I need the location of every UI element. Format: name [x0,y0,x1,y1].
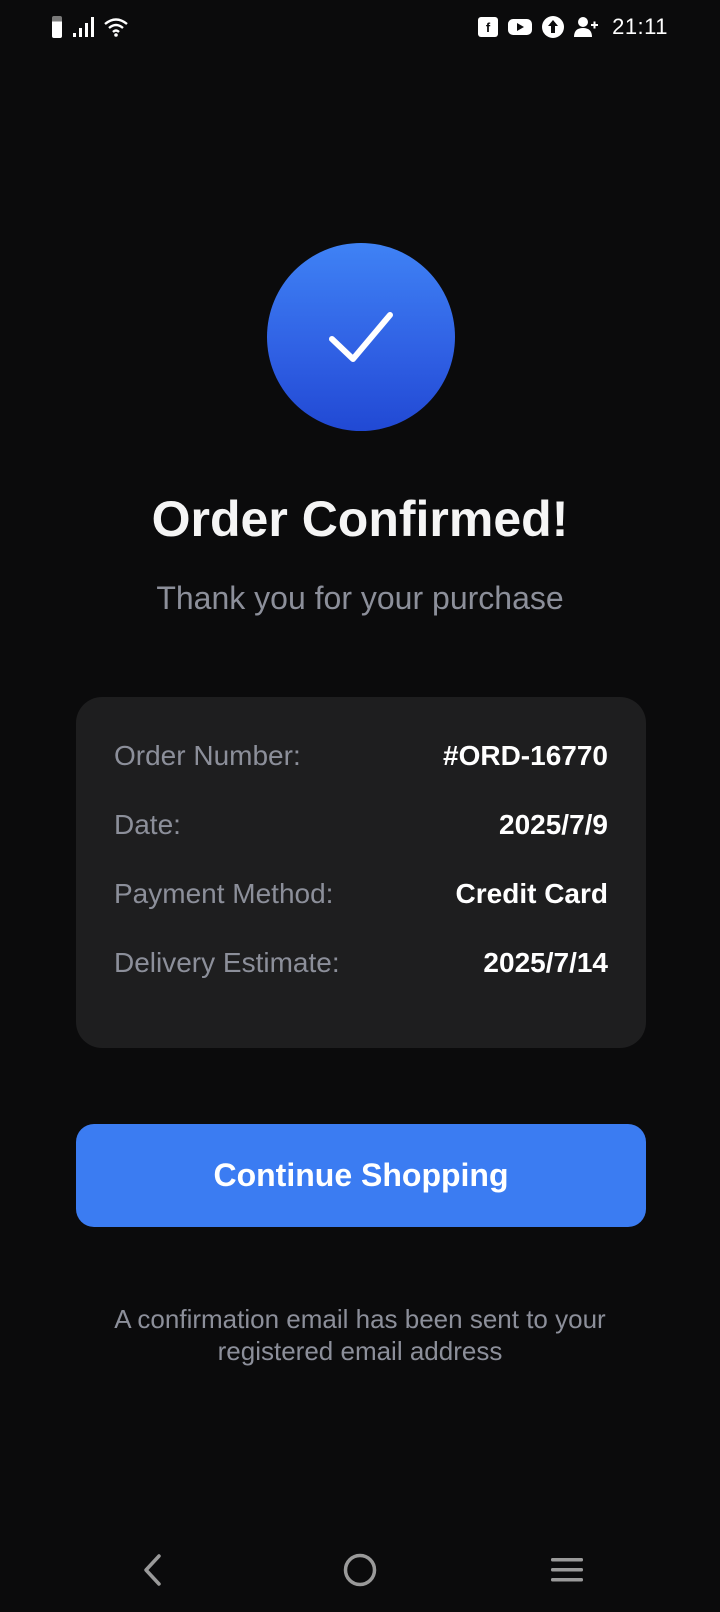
order-number-label: Order Number: [114,740,301,771]
payment-method-value: Credit Card [455,878,608,909]
delivery-estimate-row: Delivery Estimate: 2025/7/14 [114,943,608,983]
date-value: 2025/7/9 [499,809,608,840]
delivery-estimate-label: Delivery Estimate: [114,947,340,978]
continue-shopping-button[interactable]: Continue Shopping [76,1124,646,1227]
page-title: Order Confirmed! [151,491,569,547]
wifi-icon [104,18,128,37]
recents-button[interactable] [537,1540,597,1600]
date-label: Date: [114,809,181,840]
add-contact-icon [574,17,599,37]
status-bar: f 21:11 [0,0,720,62]
facebook-icon: f [478,17,499,37]
page-subtitle: Thank you for your purchase [156,580,564,616]
status-bar-right: f 21:11 [478,14,668,40]
home-icon [343,1553,377,1587]
order-number-row: Order Number: #ORD-16770 [114,736,608,776]
payment-method-row: Payment Method: Credit Card [114,874,608,914]
checkmark-icon [329,312,393,362]
order-details-card: Order Number: #ORD-16770 Date: 2025/7/9 … [76,697,646,1048]
back-button[interactable] [123,1540,183,1600]
success-badge [267,243,455,431]
confirmation-email-note: A confirmation email has been sent to yo… [114,1304,606,1366]
battery-icon [52,16,62,38]
youtube-icon [508,19,533,35]
home-button[interactable] [330,1540,390,1600]
payment-method-label: Payment Method: [114,878,334,909]
status-time: 21:11 [612,14,668,39]
menu-icon [551,1558,583,1582]
order-number-value: #ORD-16770 [443,740,608,771]
navigation-bar [0,1540,720,1612]
date-row: Date: 2025/7/9 [114,805,608,845]
signal-icon [73,17,94,37]
status-bar-left [52,16,128,38]
delivery-estimate-value: 2025/7/14 [483,947,608,978]
upload-icon [542,16,565,38]
back-icon [144,1554,161,1586]
